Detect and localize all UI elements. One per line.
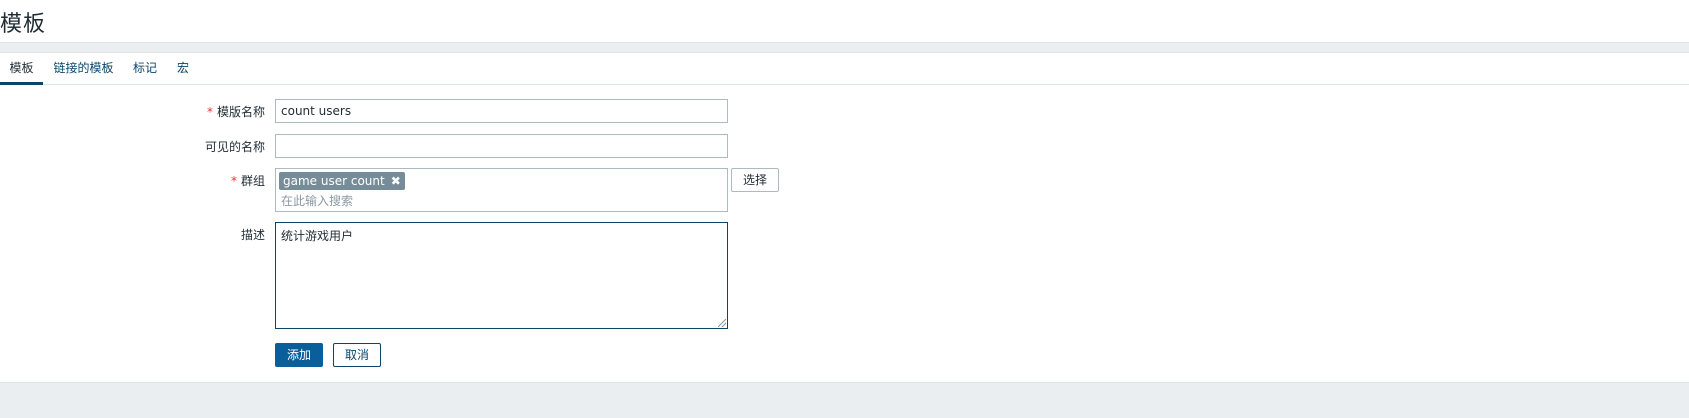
- page-header: 模板: [0, 0, 1689, 43]
- tab-tags[interactable]: 标记: [131, 53, 159, 85]
- required-asterisk: *: [230, 174, 237, 188]
- description-text: 统计游戏用户: [281, 229, 354, 243]
- description-textarea[interactable]: 统计游戏用户: [275, 222, 728, 329]
- description-label: 描述: [240, 228, 265, 242]
- template-form: *模版名称 可见的名称 *群组 game user count✖ 在此输入搜索 …: [0, 86, 1689, 382]
- page-title: 模板: [0, 12, 47, 37]
- add-button[interactable]: 添加: [275, 343, 323, 367]
- groups-label: * 群组: [230, 174, 265, 188]
- group-tag: game user count ✖: [279, 172, 405, 190]
- groups-search-input[interactable]: 在此输入搜索: [281, 192, 353, 209]
- template-name-label: * 模版名称: [206, 105, 265, 119]
- tab-bar: 模板 链接的模板 标记 宏: [0, 53, 1689, 85]
- footer-band: [0, 382, 1689, 418]
- required-asterisk: *: [206, 105, 213, 119]
- select-groups-button[interactable]: 选择: [731, 168, 779, 192]
- tab-linked-templates[interactable]: 链接的模板: [52, 53, 115, 85]
- tab-template[interactable]: 模板: [0, 53, 43, 85]
- close-x-icon[interactable]: ✖: [391, 174, 401, 188]
- visible-name-input[interactable]: [275, 134, 728, 158]
- visible-name-label: 可见的名称: [204, 140, 265, 154]
- resize-handle-icon[interactable]: [718, 319, 726, 327]
- cancel-button[interactable]: 取消: [333, 343, 381, 367]
- template-name-input[interactable]: [275, 99, 728, 123]
- header-divider: [0, 42, 1689, 53]
- tab-macros[interactable]: 宏: [175, 53, 191, 85]
- groups-multiselect[interactable]: game user count ✖ 在此输入搜索: [275, 168, 728, 212]
